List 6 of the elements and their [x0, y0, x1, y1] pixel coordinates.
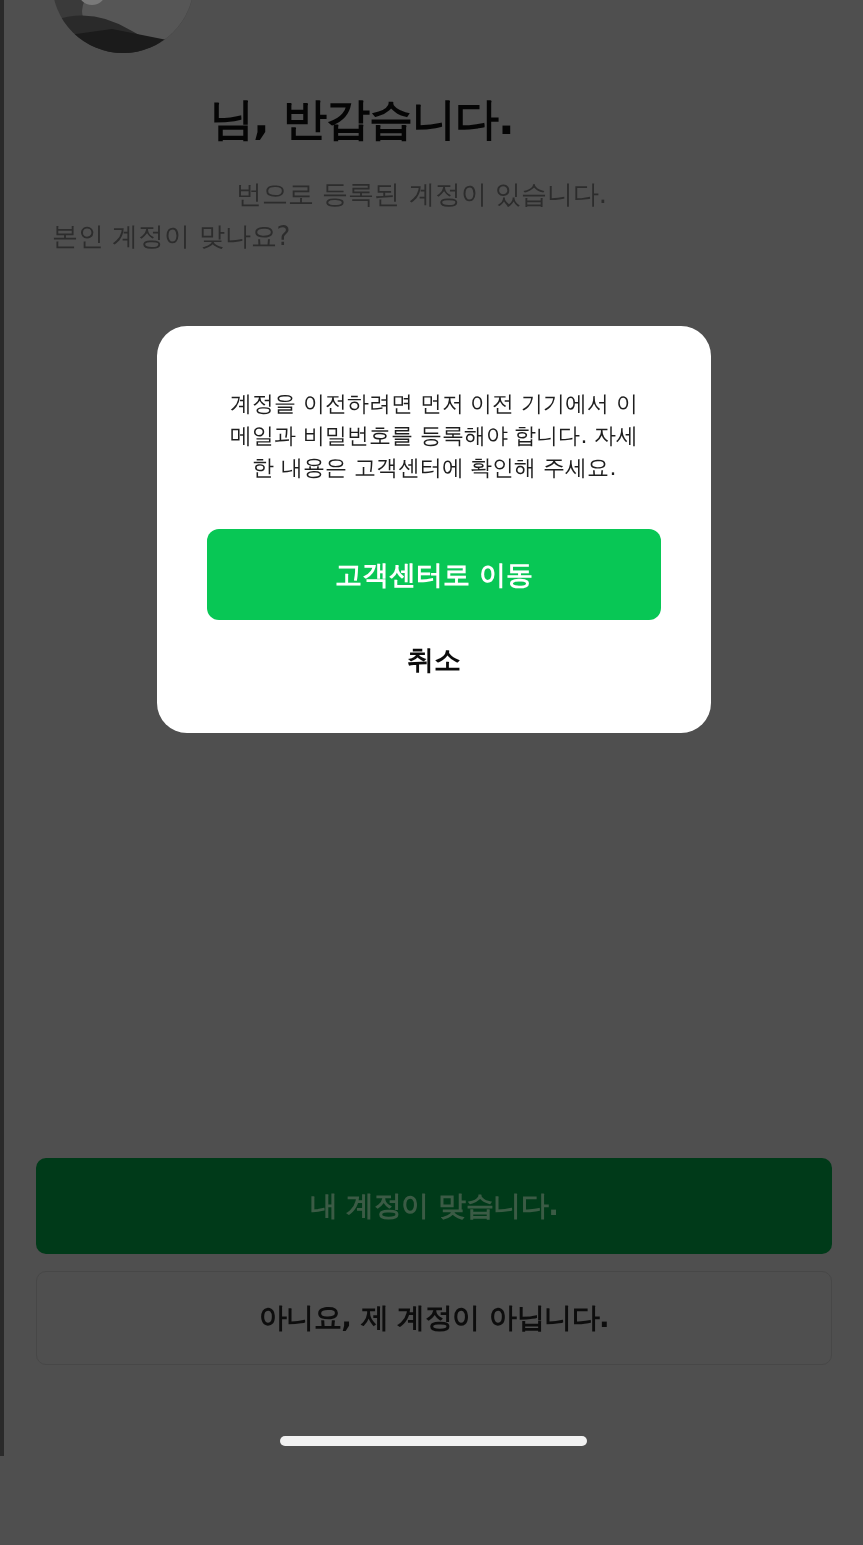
greeting-title: 님, 반갑습니다.: [210, 92, 515, 146]
dialog-message: 계정을 이전하려면 먼저 이전 기기에서 이 메일과 비밀번호를 등록해야 합니다. 자세 한 내용은 고객센터에 확인해 주세요.: [229, 390, 639, 482]
support-center-button[interactable]: 고객센터로 이동: [207, 529, 661, 620]
confirm-button[interactable]: 내 계정이 맞습니다.: [36, 1158, 832, 1254]
cancel-button[interactable]: 취소: [397, 634, 471, 686]
decline-button[interactable]: 아니요, 제 계정이 아닙니다.: [36, 1271, 832, 1365]
